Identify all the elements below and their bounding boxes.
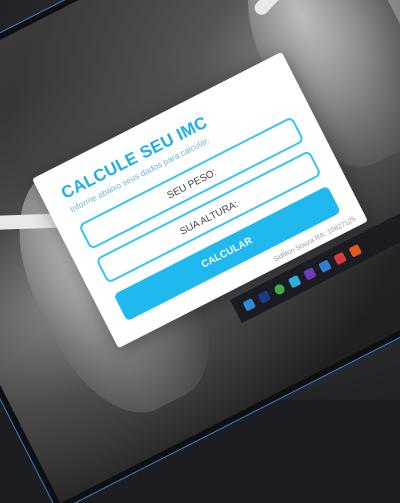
- office-icon[interactable]: [348, 244, 363, 258]
- photo-background: CALCULE SEU IMC Informe abaixo seus dado…: [0, 0, 400, 503]
- app-icon[interactable]: [333, 251, 347, 266]
- vscode-icon[interactable]: [242, 298, 256, 312]
- visual-studio-icon[interactable]: [303, 267, 317, 281]
- store-icon[interactable]: [318, 259, 332, 273]
- chrome-icon[interactable]: [272, 282, 287, 297]
- edge-icon[interactable]: [287, 274, 302, 289]
- photoshop-icon[interactable]: [257, 290, 272, 304]
